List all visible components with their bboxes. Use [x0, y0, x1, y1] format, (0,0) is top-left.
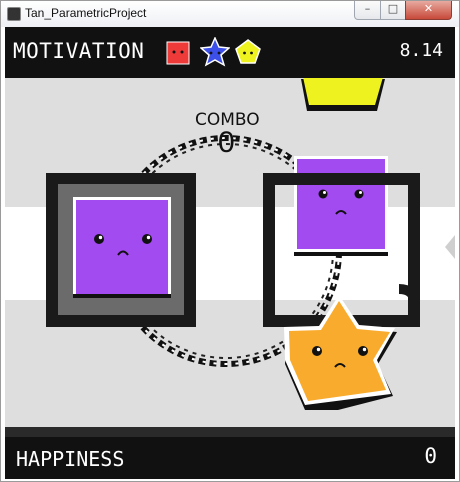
happiness-value: 0 [424, 444, 437, 468]
maximize-button[interactable]: □ [380, 1, 406, 20]
game-canvas[interactable]: COMBO 0 MOTIVATION 8.14 HAPPINESS 0 [5, 27, 455, 479]
title-bar[interactable]: Tan_ParametricProject – □ ✕ [1, 1, 459, 27]
red-square-icon [166, 41, 190, 65]
purple-square-upper [294, 156, 388, 256]
yellow-pentagon-icon [235, 39, 261, 64]
happiness-label: HAPPINESS [16, 447, 125, 471]
left-target-frame[interactable] [46, 173, 196, 327]
combo-value: 0 [218, 126, 235, 159]
motivation-label: MOTIVATION [13, 39, 145, 63]
happiness-bar-divider [5, 427, 455, 437]
close-button[interactable]: ✕ [405, 1, 452, 20]
motivation-value: 8.14 [399, 40, 443, 61]
minimize-button[interactable]: – [354, 1, 381, 20]
app-window: Tan_ParametricProject – □ ✕ COMBO 0 MOTI… [0, 0, 460, 482]
yellow-pentagon-shape [301, 77, 385, 111]
app-icon [7, 7, 21, 21]
happiness-bar: HAPPINESS 0 [5, 427, 455, 479]
window-title: Tan_ParametricProject [25, 6, 147, 20]
right-edge-arrow-icon [445, 235, 455, 259]
blue-star-icon [200, 37, 230, 67]
playfield [46, 77, 455, 410]
motivation-bar: MOTIVATION 8.14 [5, 27, 455, 78]
orange-star-shape [284, 295, 397, 410]
